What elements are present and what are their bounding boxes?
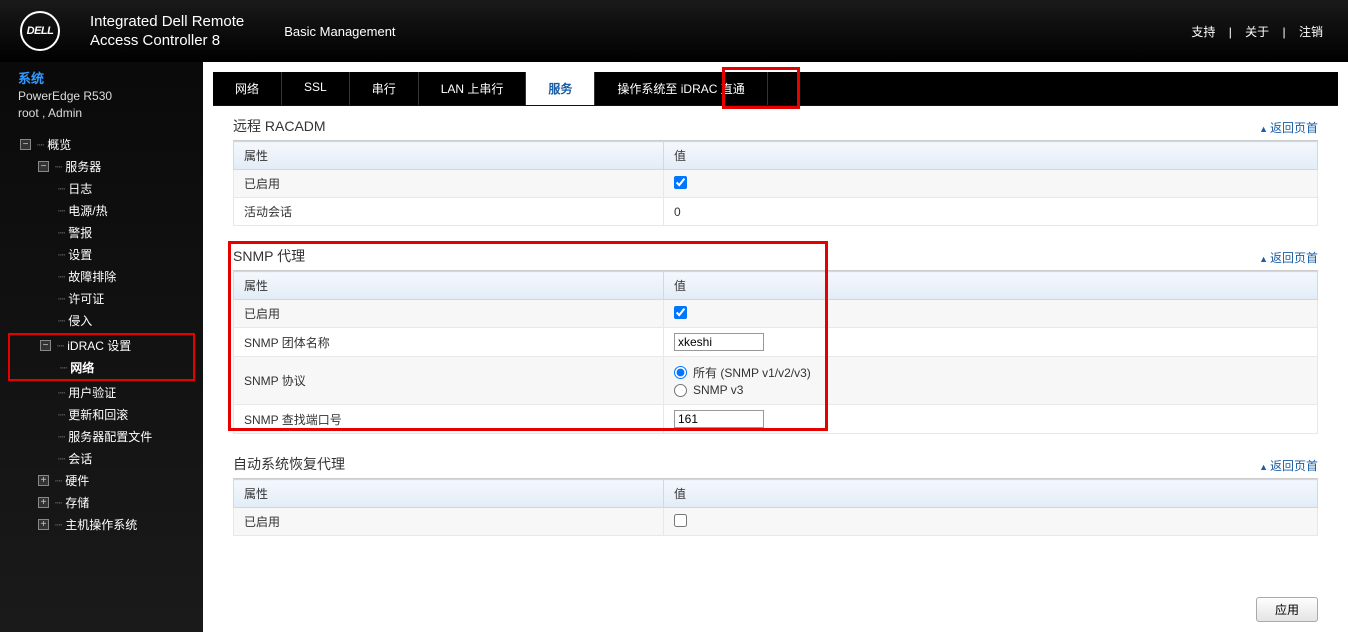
tree-settings[interactable]: ┈设置: [0, 244, 203, 266]
header-subtitle: Basic Management: [284, 24, 395, 39]
tab-serial[interactable]: 串行: [350, 72, 419, 105]
tab-bar: 网络 SSL 串行 LAN 上串行 服务 操作系统至 iDRAC 直通: [213, 72, 1338, 106]
snmp-enabled-checkbox[interactable]: [674, 306, 687, 319]
cell-enabled-label: 已启用: [234, 300, 664, 328]
asr-enabled-checkbox[interactable]: [674, 514, 687, 527]
snmp-community-input[interactable]: [674, 333, 764, 351]
tree-user-auth[interactable]: ┈用户验证: [0, 382, 203, 404]
expand-icon[interactable]: +: [38, 497, 49, 508]
panel-racadm: 远程 RACADM ▲返回页首 属性值 已启用 活动会话0: [233, 116, 1318, 226]
th-value: 值: [664, 272, 1318, 300]
panel-asr-title: 自动系统恢复代理: [233, 454, 345, 474]
tree-network[interactable]: ┈网络: [10, 357, 193, 379]
cell-enabled-label: 已启用: [234, 508, 664, 536]
table-asr: 属性值 已启用: [233, 479, 1318, 536]
up-arrow-icon: ▲: [1259, 254, 1268, 264]
tab-ssl[interactable]: SSL: [282, 72, 350, 105]
tree-update-rollback[interactable]: ┈更新和回滚: [0, 404, 203, 426]
back-to-top-link[interactable]: ▲返回页首: [1259, 119, 1318, 136]
tree-overview[interactable]: −┈概览: [0, 134, 203, 156]
tab-services[interactable]: 服务: [526, 72, 595, 105]
tree-server-profile[interactable]: ┈服务器配置文件: [0, 426, 203, 448]
tab-lan-serial[interactable]: LAN 上串行: [419, 72, 527, 105]
dell-logo: DELL: [20, 11, 60, 51]
tree-power[interactable]: ┈电源/热: [0, 200, 203, 222]
support-link[interactable]: 支持: [1186, 25, 1220, 39]
tree-idrac-settings[interactable]: −┈iDRAC 设置: [10, 335, 193, 357]
expand-icon[interactable]: +: [38, 475, 49, 486]
panel-racadm-title: 远程 RACADM: [233, 116, 326, 136]
app-header: DELL Integrated Dell Remote Access Contr…: [0, 0, 1348, 62]
tree-license[interactable]: ┈许可证: [0, 288, 203, 310]
cell-protocol-label: SNMP 协议: [234, 357, 664, 405]
tab-network[interactable]: 网络: [213, 72, 282, 105]
snmp-port-input[interactable]: [674, 410, 764, 428]
snmp-proto-v3-radio[interactable]: [674, 384, 687, 397]
nav-tree: −┈概览 −┈服务器 ┈日志 ┈电源/热 ┈警报 ┈设置 ┈故障排除 ┈许可证 …: [0, 134, 203, 536]
racadm-enabled-checkbox[interactable]: [674, 176, 687, 189]
header-links: 支持 | 关于 | 注销: [1186, 23, 1328, 40]
tree-hardware[interactable]: +┈硬件: [0, 470, 203, 492]
sidebar-model: PowerEdge R530: [18, 88, 191, 105]
th-prop: 属性: [234, 480, 664, 508]
tab-os-idrac[interactable]: 操作系统至 iDRAC 直通: [595, 72, 767, 105]
up-arrow-icon: ▲: [1259, 462, 1268, 472]
tree-alerts[interactable]: ┈警报: [0, 222, 203, 244]
collapse-icon[interactable]: −: [20, 139, 31, 150]
cell-active-sessions-label: 活动会话: [234, 198, 664, 226]
logout-link[interactable]: 注销: [1294, 25, 1328, 39]
about-link[interactable]: 关于: [1240, 25, 1274, 39]
panel-asr: 自动系统恢复代理 ▲返回页首 属性值 已启用: [233, 454, 1318, 536]
tree-session[interactable]: ┈会话: [0, 448, 203, 470]
tree-troubleshoot[interactable]: ┈故障排除: [0, 266, 203, 288]
panel-snmp-title: SNMP 代理: [233, 246, 305, 266]
tree-server[interactable]: −┈服务器: [0, 156, 203, 178]
sidebar-header: 系统 PowerEdge R530 root , Admin: [0, 70, 203, 128]
back-to-top-link[interactable]: ▲返回页首: [1259, 457, 1318, 474]
cell-enabled-label: 已启用: [234, 170, 664, 198]
sidebar-system-label[interactable]: 系统: [18, 70, 191, 88]
th-prop: 属性: [234, 142, 664, 170]
table-snmp: 属性值 已启用 SNMP 团体名称 SNMP 协议 所有 (SNMP v1/v2…: [233, 271, 1318, 434]
snmp-proto-all-label: 所有 (SNMP v1/v2/v3): [693, 364, 811, 381]
tree-intrusion[interactable]: ┈侵入: [0, 310, 203, 332]
th-prop: 属性: [234, 272, 664, 300]
highlight-box-idrac: −┈iDRAC 设置 ┈网络: [8, 333, 195, 381]
header-title: Integrated Dell Remote Access Controller…: [90, 12, 244, 51]
tree-logs[interactable]: ┈日志: [0, 178, 203, 200]
tree-storage[interactable]: +┈存储: [0, 492, 203, 514]
snmp-proto-all-radio[interactable]: [674, 366, 687, 379]
cell-community-label: SNMP 团体名称: [234, 328, 664, 357]
sidebar-user: root , Admin: [18, 105, 191, 122]
sidebar: 系统 PowerEdge R530 root , Admin −┈概览 −┈服务…: [0, 62, 203, 632]
tree-host-os[interactable]: +┈主机操作系统: [0, 514, 203, 536]
collapse-icon[interactable]: −: [38, 161, 49, 172]
th-value: 值: [664, 142, 1318, 170]
back-to-top-link[interactable]: ▲返回页首: [1259, 249, 1318, 266]
cell-port-label: SNMP 查找端口号: [234, 405, 664, 434]
content-area: 网络 SSL 串行 LAN 上串行 服务 操作系统至 iDRAC 直通 远程 R…: [203, 62, 1348, 632]
expand-icon[interactable]: +: [38, 519, 49, 530]
th-value: 值: [664, 480, 1318, 508]
cell-active-sessions-value: 0: [664, 198, 1318, 226]
snmp-proto-v3-label: SNMP v3: [693, 383, 743, 397]
collapse-icon[interactable]: −: [40, 340, 51, 351]
button-row: 应用: [203, 587, 1348, 632]
apply-button[interactable]: 应用: [1256, 597, 1318, 622]
up-arrow-icon: ▲: [1259, 124, 1268, 134]
panel-snmp: SNMP 代理 ▲返回页首 属性值 已启用 SNMP 团体名称 SNMP 协议 …: [233, 246, 1318, 434]
table-racadm: 属性值 已启用 活动会话0: [233, 141, 1318, 226]
